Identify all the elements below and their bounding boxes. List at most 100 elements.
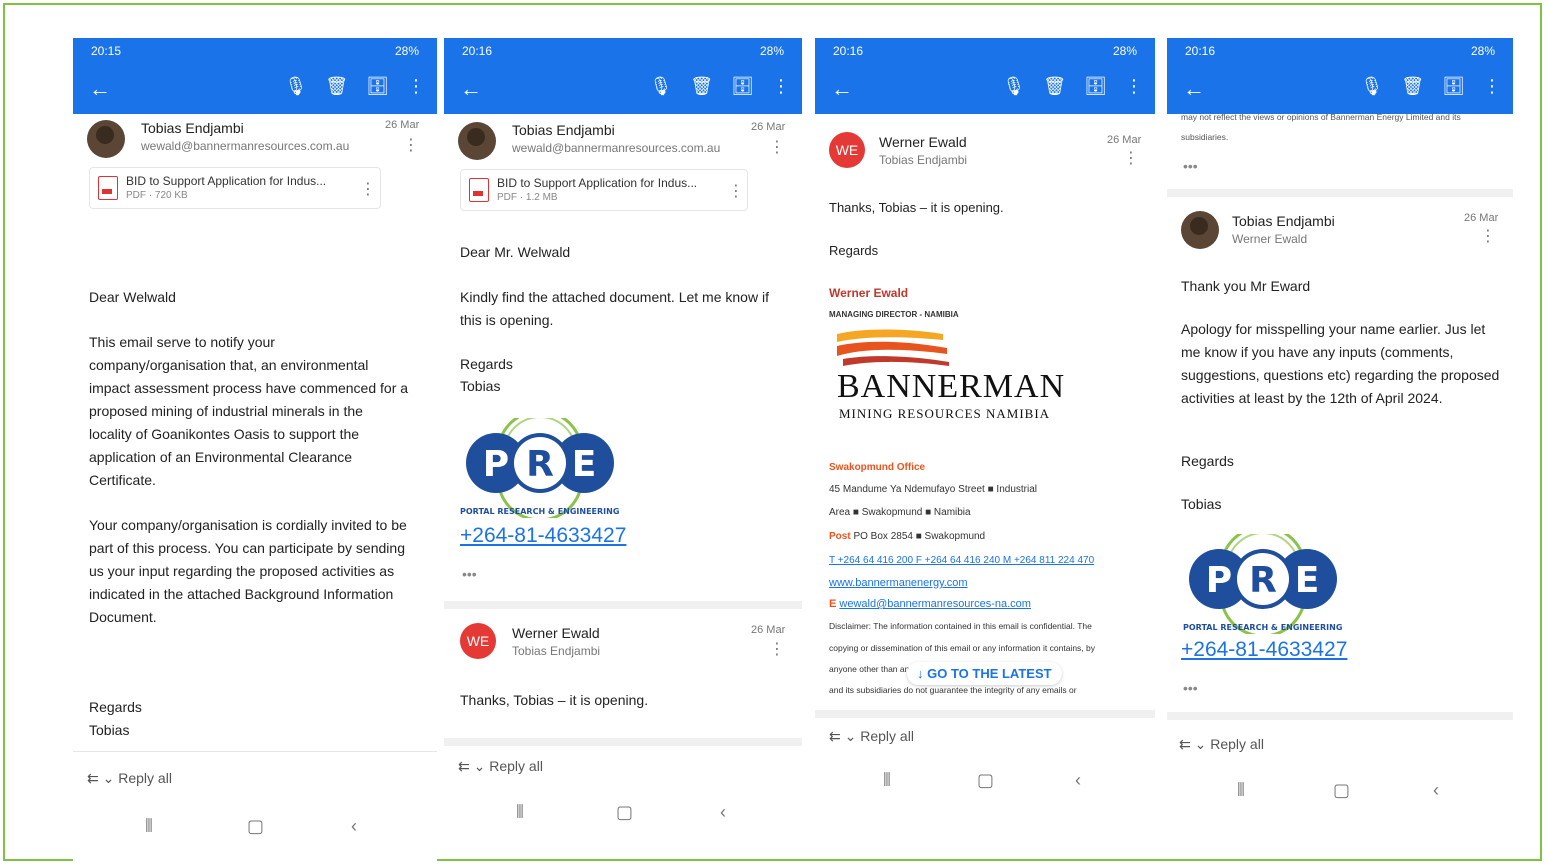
- more-vertical-icon[interactable]: ⋮: [407, 76, 425, 97]
- status-time: 20:15: [91, 44, 122, 58]
- avatar: [458, 122, 496, 160]
- nav-home-icon[interactable]: ▢: [977, 770, 994, 791]
- reply-all-label: Reply all: [1210, 736, 1264, 752]
- message-more-icon[interactable]: ⋮: [1123, 151, 1139, 167]
- back-arrow-icon[interactable]: ←: [831, 78, 853, 100]
- signature-title: MANAGING DIRECTOR - NAMIBIA: [829, 310, 959, 319]
- office-address-line-2: Area ■ Swakopmund ■ Namibia: [829, 507, 971, 518]
- pre-logo-letter-e: E: [572, 444, 597, 485]
- attachment-more-icon[interactable]: ⋮: [360, 182, 376, 198]
- nav-back-icon[interactable]: ‹: [1075, 770, 1081, 791]
- nav-home-icon[interactable]: ▢: [616, 802, 633, 823]
- back-arrow-icon[interactable]: ←: [89, 78, 111, 100]
- nav-home-icon[interactable]: ▢: [1333, 780, 1350, 801]
- archive-icon[interactable]: 🗄: [731, 76, 754, 97]
- previous-message-tail-2: subsidiaries.: [1181, 132, 1229, 142]
- app-bar: 20:16 28% ← 🎙 🗑 🗄 ⋮: [815, 38, 1155, 114]
- office-label: Swakopmund Office: [829, 462, 926, 473]
- go-to-latest-button[interactable]: ↓ GO TO THE LATEST: [907, 662, 1062, 685]
- mic-icon[interactable]: 🎙: [1002, 76, 1025, 97]
- message-more-icon[interactable]: ⋮: [769, 140, 785, 156]
- nav-back-icon[interactable]: ‹: [351, 816, 357, 837]
- attachment-name: BID to Support Application for Indus...: [126, 174, 327, 188]
- status-battery: 28%: [394, 44, 419, 58]
- email-signoff: Tobias: [89, 722, 130, 738]
- archive-icon[interactable]: 🗄: [1084, 76, 1107, 97]
- app-bar: 20:15 28% ← 🎙 🗑 🗄 ⋮: [73, 38, 437, 114]
- attachment-meta: PDF · 720 KB: [126, 190, 188, 201]
- status-battery: 28%: [1112, 44, 1137, 58]
- website-link[interactable]: www.bannermanenergy.com: [829, 577, 968, 589]
- status-time: 20:16: [1185, 44, 1216, 58]
- toolbar-icons: 🎙 🗑 🗄 ⋮: [284, 76, 425, 97]
- mic-icon[interactable]: 🎙: [284, 76, 307, 97]
- mic-icon[interactable]: 🎙: [1360, 76, 1383, 97]
- mic-icon[interactable]: 🎙: [649, 76, 672, 97]
- pre-logo: P R E PORTAL RESEARCH & ENGINEERING: [1183, 534, 1342, 634]
- show-more-dots[interactable]: •••: [462, 566, 477, 582]
- divider: [444, 738, 802, 746]
- more-vertical-icon[interactable]: ⋮: [1125, 76, 1143, 97]
- divider: [444, 601, 802, 609]
- message-more-icon[interactable]: ⋮: [769, 642, 785, 658]
- nav-recents-icon[interactable]: ⦀: [883, 770, 891, 791]
- email-signoff: Tobias: [460, 378, 501, 394]
- reply-all-button[interactable]: ⇇ ⌄ Reply all: [87, 770, 172, 787]
- nav-recents-icon[interactable]: ⦀: [516, 802, 524, 823]
- avatar: WE: [829, 132, 865, 168]
- message-date: 26 Mar: [751, 624, 786, 636]
- attachment-name: BID to Support Application for Indus...: [497, 176, 698, 190]
- delete-icon[interactable]: 🗑: [1401, 76, 1424, 97]
- delete-icon[interactable]: 🗑: [1043, 76, 1066, 97]
- more-vertical-icon[interactable]: ⋮: [772, 76, 790, 97]
- back-arrow-icon[interactable]: ←: [1183, 78, 1205, 100]
- disclaimer-line-2: copying or dissemination of this email o…: [829, 643, 1095, 653]
- more-vertical-icon[interactable]: ⋮: [1483, 76, 1501, 97]
- show-more-dots[interactable]: •••: [1183, 158, 1198, 174]
- app-bar: 20:16 28% ← 🎙 🗑 🗄 ⋮: [1167, 38, 1513, 114]
- delete-icon[interactable]: 🗑: [325, 76, 348, 97]
- reply-all-button[interactable]: ⇇ ⌄ Reply all: [1179, 736, 1264, 753]
- attachment-card[interactable]: BID to Support Application for Indus... …: [460, 169, 748, 211]
- message-more-icon[interactable]: ⋮: [403, 138, 419, 154]
- back-arrow-icon[interactable]: ←: [460, 78, 482, 100]
- contact-numbers[interactable]: T +264 64 416 200 F +264 64 416 240 M +2…: [829, 555, 1094, 566]
- disclaimer-line-4: and its subsidiaries do not guarantee th…: [829, 685, 1077, 695]
- archive-icon[interactable]: 🗄: [1442, 76, 1465, 97]
- sender-address: wewald@bannermanresources.com.au: [512, 141, 721, 155]
- attachment-more-icon[interactable]: ⋮: [728, 184, 744, 200]
- app-bar: 20:16 28% ← 🎙 🗑 🗄 ⋮: [444, 38, 802, 114]
- postal-address: Post PO Box 2854 ■ Swakopmund: [829, 531, 986, 542]
- email-regards: Regards: [1181, 453, 1234, 469]
- sender-address: wewald@bannermanresources.com.au: [141, 139, 350, 153]
- toolbar-icons: 🎙 🗑 🗄 ⋮: [1360, 76, 1501, 97]
- phone-link[interactable]: +264-81-4633427: [460, 524, 626, 548]
- reply-body: Thanks, Tobias – it is opening.: [460, 692, 649, 708]
- email-link-row: E wewald@bannermanresources-na.com: [829, 598, 1031, 610]
- delete-icon[interactable]: 🗑: [690, 76, 713, 97]
- nav-back-icon[interactable]: ‹: [720, 802, 726, 823]
- nav-recents-icon[interactable]: ⦀: [145, 816, 153, 837]
- email-body: Thanks, Tobias – it is opening.: [829, 200, 1004, 215]
- reply-all-label: Reply all: [860, 728, 914, 744]
- email-link[interactable]: wewald@bannermanresources-na.com: [839, 598, 1031, 610]
- archive-icon[interactable]: 🗄: [366, 76, 389, 97]
- pre-logo-tagline: PORTAL RESEARCH & ENGINEERING: [460, 507, 619, 516]
- nav-back-icon[interactable]: ‹: [1433, 780, 1439, 801]
- attachment-card[interactable]: BID to Support Application for Indus... …: [89, 167, 381, 209]
- message-more-icon[interactable]: ⋮: [1480, 229, 1496, 245]
- reply-all-button[interactable]: ⇇ ⌄ Reply all: [829, 728, 914, 745]
- nav-home-icon[interactable]: ▢: [247, 816, 264, 837]
- phone-link[interactable]: +264-81-4633427: [1181, 638, 1347, 662]
- email-paragraph-2: Your company/organisation is cordially i…: [89, 517, 407, 625]
- nav-recents-icon[interactable]: ⦀: [1237, 780, 1245, 801]
- email-regards: Regards: [89, 699, 142, 715]
- sender-name: Werner Ewald: [879, 134, 967, 150]
- reply-all-icon: ⇇ ⌄: [458, 758, 486, 774]
- pre-logo-letter-r: R: [1249, 560, 1277, 601]
- phone-screen-1: 20:15 28% ← 🎙 🗑 🗄 ⋮ Tobias Endjambi wewa…: [73, 38, 437, 865]
- signature-name: Werner Ewald: [829, 286, 909, 300]
- show-more-dots[interactable]: •••: [1183, 680, 1198, 696]
- email-signoff: Tobias: [1181, 496, 1222, 512]
- reply-all-button[interactable]: ⇇ ⌄ Reply all: [458, 758, 543, 775]
